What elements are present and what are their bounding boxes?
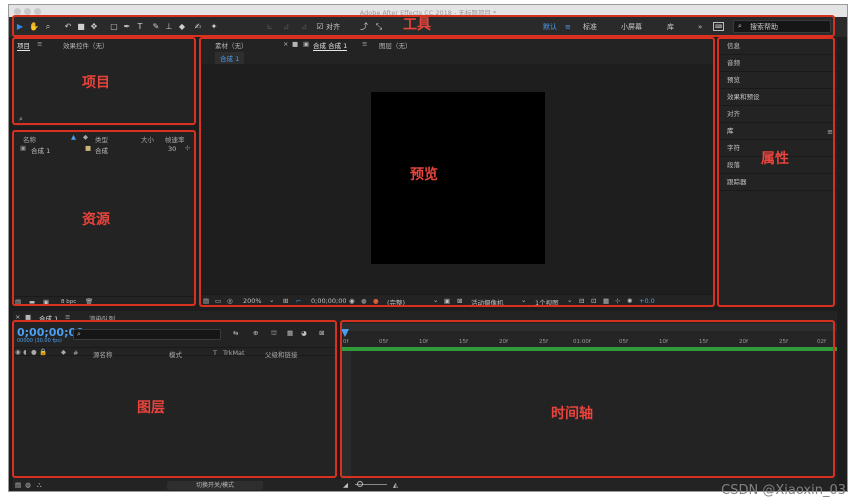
properties-annotation-label: 属性 <box>761 151 789 167</box>
watermark: CSDN @Xiaoxin_03 <box>721 483 846 498</box>
transfer-controls-icon[interactable]: ◍ <box>25 481 31 489</box>
layer-switches-icon[interactable]: ▤ <box>15 481 21 489</box>
timeline-annotation-label: 时间轴 <box>551 406 593 422</box>
layers-annotation-label: 图层 <box>137 400 165 416</box>
assets-annotation-label: 资源 <box>82 212 110 228</box>
properties-annotation-box <box>717 37 835 307</box>
tools-annotation-label: 工具 <box>403 17 431 33</box>
in-out-icon[interactable]: ⛬ <box>37 481 42 490</box>
zoom-in-icon[interactable]: ◭ <box>393 481 398 489</box>
layers-annotation-box <box>12 320 337 478</box>
toggle-switches-modes-button[interactable]: 切换开关/模式 <box>167 481 263 490</box>
zoom-out-icon[interactable]: ◢ <box>343 481 348 489</box>
preview-annotation-label: 预览 <box>410 167 438 183</box>
preview-annotation-box <box>199 37 715 307</box>
project-annotation-label: 项目 <box>82 75 110 91</box>
zoom-slider-handle[interactable] <box>357 481 363 487</box>
timeline-footer: ▤ ◍ ⛬ 切换开关/模式 ◢ ◭ <box>13 479 837 491</box>
timeline-annotation-box <box>340 320 835 478</box>
